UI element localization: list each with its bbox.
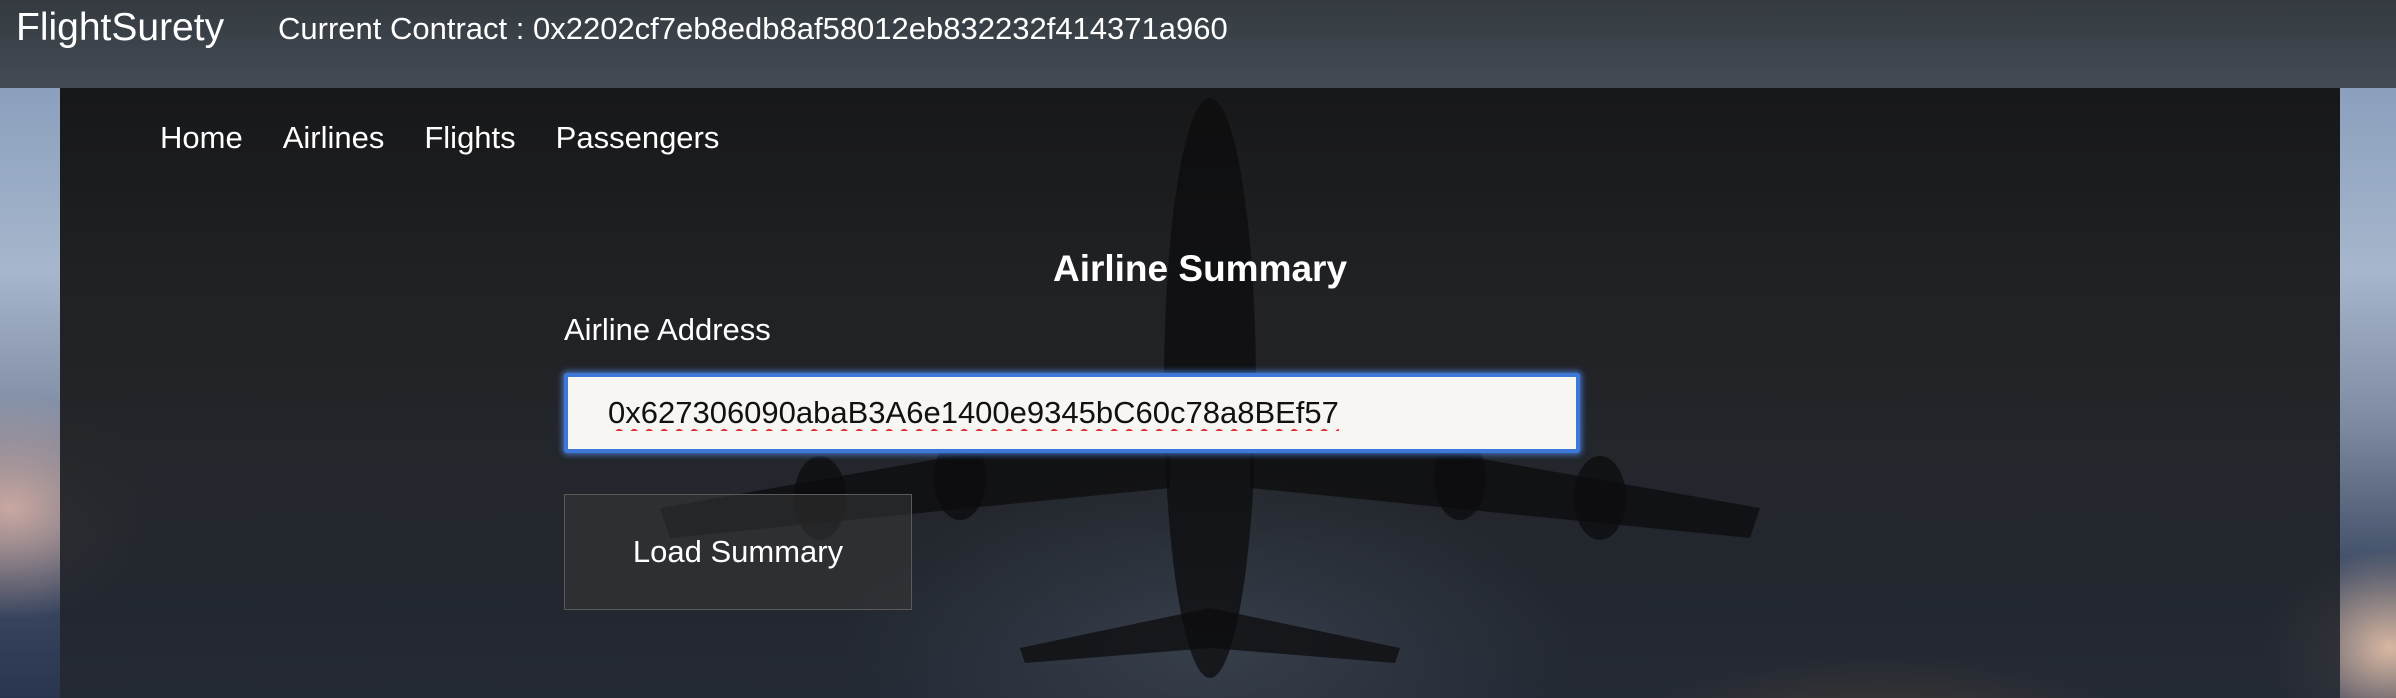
- load-summary-button[interactable]: Load Summary: [564, 494, 912, 610]
- current-contract-text: Current Contract : 0x2202cf7eb8edb8af580…: [278, 11, 1228, 46]
- airline-address-label: Airline Address: [564, 312, 771, 347]
- nav-airlines-link[interactable]: Airlines: [283, 118, 385, 158]
- nav-home-link[interactable]: Home: [160, 118, 243, 158]
- page-title: Airline Summary: [1052, 248, 1348, 289]
- section-nav: Home Airlines Flights Passengers: [160, 118, 759, 158]
- nav-flights-link[interactable]: Flights: [424, 118, 515, 158]
- main-panel: Home Airlines Flights Passengers Airline…: [60, 88, 2340, 698]
- airline-address-field: [564, 373, 1580, 453]
- brand-logo[interactable]: FlightSurety: [16, 6, 224, 50]
- airline-address-input[interactable]: [568, 377, 1576, 449]
- nav-passengers-link[interactable]: Passengers: [556, 118, 720, 158]
- top-navbar: FlightSurety Current Contract : 0x2202cf…: [0, 0, 2396, 88]
